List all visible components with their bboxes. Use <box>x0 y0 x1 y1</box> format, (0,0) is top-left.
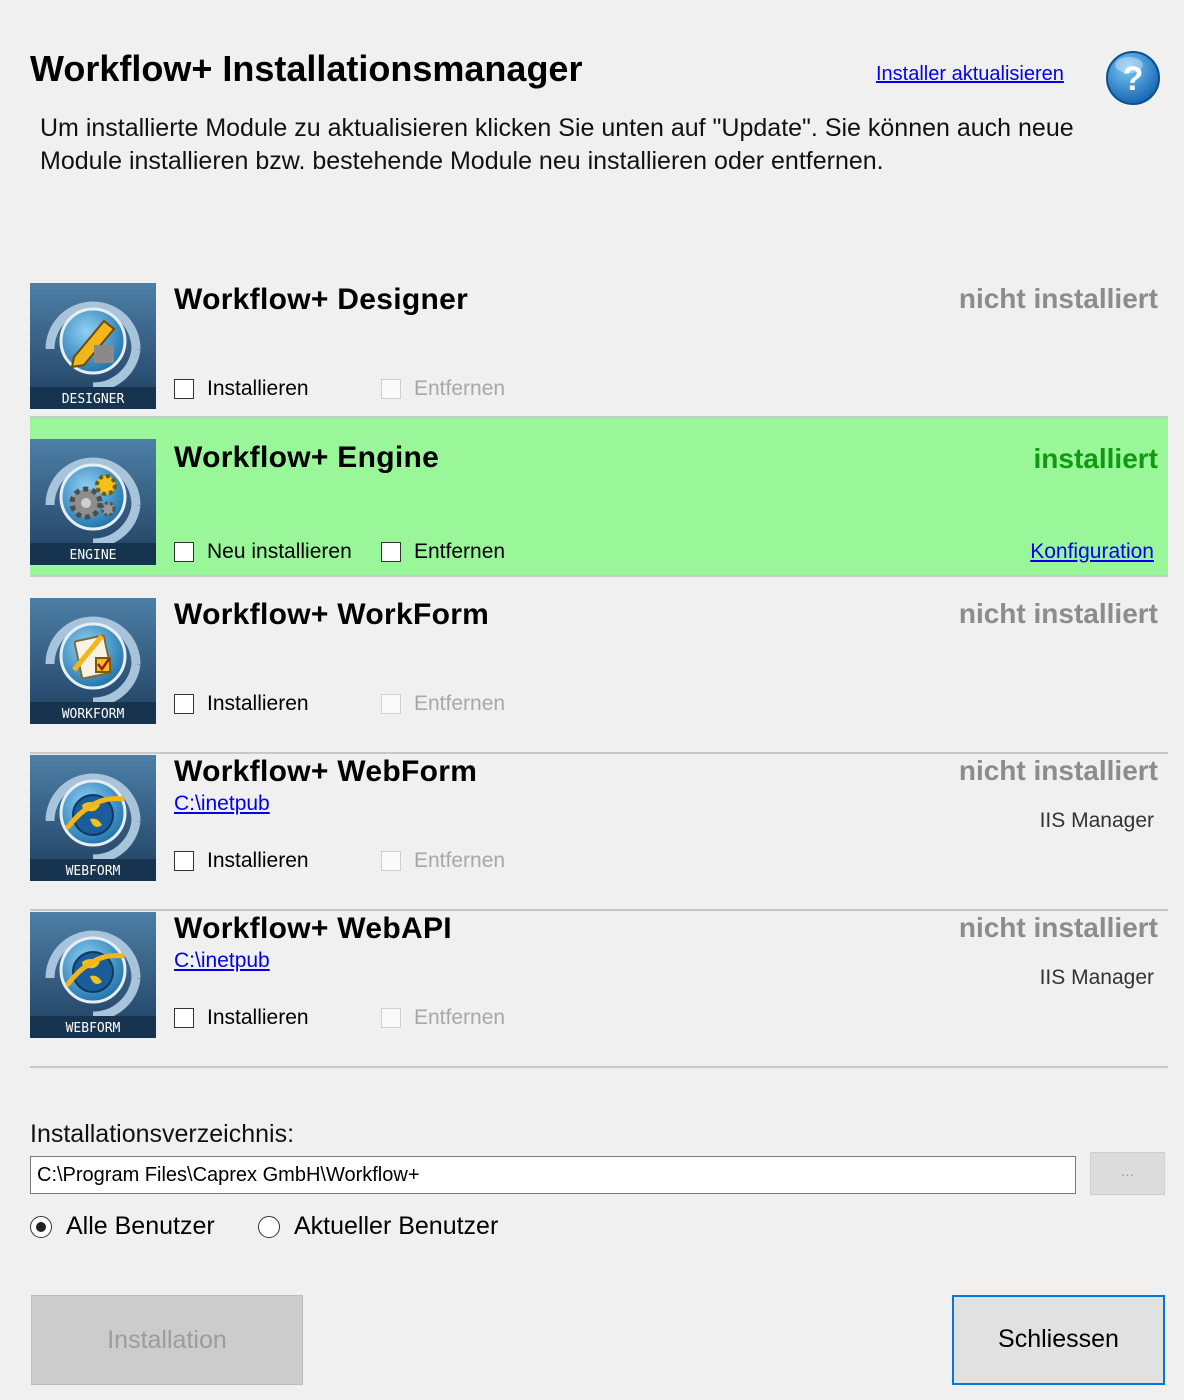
checkbox-label: Installieren <box>207 692 309 715</box>
module-webform: WEBFORM Workflow+ WebForm nicht installi… <box>30 752 1168 911</box>
module-status: installiert <box>1033 443 1158 474</box>
checkbox-label: Installieren <box>207 1006 309 1029</box>
checkbox-box[interactable] <box>174 379 194 399</box>
install-directory-input[interactable] <box>30 1156 1076 1194</box>
checkbox-label: Entfernen <box>414 1006 506 1029</box>
install-checkbox[interactable]: Installieren <box>174 692 309 716</box>
svg-text:?: ? <box>1123 60 1144 98</box>
remove-checkbox: Entfernen <box>381 692 505 716</box>
checkbox-label: Entfernen <box>414 540 506 563</box>
browse-button: ... <box>1090 1152 1165 1195</box>
remove-checkbox[interactable]: Entfernen <box>381 540 505 564</box>
designer-icon: DESIGNER <box>30 283 156 409</box>
install-directory-label: Installationsverzeichnis: <box>30 1120 295 1148</box>
checkbox-box <box>381 694 401 714</box>
module-name: Workflow+ WebAPI <box>174 912 452 945</box>
module-name: Workflow+ Designer <box>174 283 469 316</box>
checkbox-label: Neu installieren <box>207 540 352 563</box>
module-webapi: WEBFORM Workflow+ WebAPI nicht installie… <box>30 909 1168 1068</box>
webapi-icon: WEBFORM <box>30 912 156 1038</box>
remove-checkbox: Entfernen <box>381 849 505 873</box>
install-path-link[interactable]: C:\inetpub <box>174 792 270 816</box>
checkbox-label: Installieren <box>207 849 309 872</box>
webform-icon: WEBFORM <box>30 755 156 881</box>
engine-icon: ENGINE <box>30 439 156 565</box>
svg-text:WEBFORM: WEBFORM <box>66 864 121 879</box>
module-status: nicht installiert <box>958 912 1158 943</box>
svg-text:WEBFORM: WEBFORM <box>66 1021 121 1036</box>
module-name: Workflow+ WebForm <box>174 755 478 788</box>
reinstall-checkbox[interactable]: Neu installieren <box>174 540 352 564</box>
question-circle-icon[interactable]: ? <box>1105 50 1161 106</box>
module-status: nicht installiert <box>958 283 1158 314</box>
checkbox-box <box>381 851 401 871</box>
checkbox-box <box>381 1008 401 1028</box>
module-name: Workflow+ Engine <box>174 441 440 474</box>
checkbox-box <box>381 379 401 399</box>
svg-text:DESIGNER: DESIGNER <box>62 392 125 407</box>
svg-text:ENGINE: ENGINE <box>70 548 117 563</box>
checkbox-label: Entfernen <box>414 377 506 400</box>
svg-text:WORKFORM: WORKFORM <box>62 707 125 722</box>
module-workform: WORKFORM Workflow+ WorkForm nicht instal… <box>30 595 1168 754</box>
close-button[interactable]: Schliessen <box>952 1295 1165 1385</box>
install-path-link[interactable]: C:\inetpub <box>174 949 270 973</box>
checkbox-box[interactable] <box>174 851 194 871</box>
installation-button: Installation <box>31 1295 303 1385</box>
radio-button-selected[interactable] <box>30 1215 52 1238</box>
page-title: Workflow+ Installationsmanager <box>30 48 583 89</box>
module-status: nicht installiert <box>958 755 1158 786</box>
install-checkbox[interactable]: Installieren <box>174 377 309 401</box>
radio-button[interactable] <box>258 1215 280 1238</box>
module-name: Workflow+ WorkForm <box>174 598 490 631</box>
checkbox-label: Entfernen <box>414 849 506 872</box>
radio-label: Alle Benutzer <box>66 1212 215 1240</box>
checkbox-box[interactable] <box>174 1008 194 1028</box>
module-engine: ENGINE Workflow+ Engine installiert Neu … <box>30 416 1168 577</box>
checkbox-box[interactable] <box>381 542 401 562</box>
install-checkbox[interactable]: Installieren <box>174 1006 309 1030</box>
checkbox-label: Entfernen <box>414 692 506 715</box>
workform-icon: WORKFORM <box>30 598 156 724</box>
iis-manager-label: IIS Manager <box>1039 809 1154 832</box>
install-checkbox[interactable]: Installieren <box>174 849 309 873</box>
radio-label: Aktueller Benutzer <box>294 1212 499 1240</box>
intro-text: Um installierte Module zu aktualisieren … <box>40 114 1074 175</box>
update-installer-link[interactable]: Installer aktualisieren <box>876 63 1064 86</box>
iis-manager-label: IIS Manager <box>1039 966 1154 989</box>
checkbox-label: Installieren <box>207 377 309 400</box>
remove-checkbox: Entfernen <box>381 377 505 401</box>
checkbox-box[interactable] <box>174 542 194 562</box>
radio-current-user[interactable]: Aktueller Benutzer <box>258 1212 498 1241</box>
configuration-link[interactable]: Konfiguration <box>1030 540 1154 564</box>
checkbox-box[interactable] <box>174 694 194 714</box>
radio-all-users[interactable]: Alle Benutzer <box>30 1212 215 1241</box>
remove-checkbox: Entfernen <box>381 1006 505 1030</box>
module-status: nicht installiert <box>958 598 1158 629</box>
